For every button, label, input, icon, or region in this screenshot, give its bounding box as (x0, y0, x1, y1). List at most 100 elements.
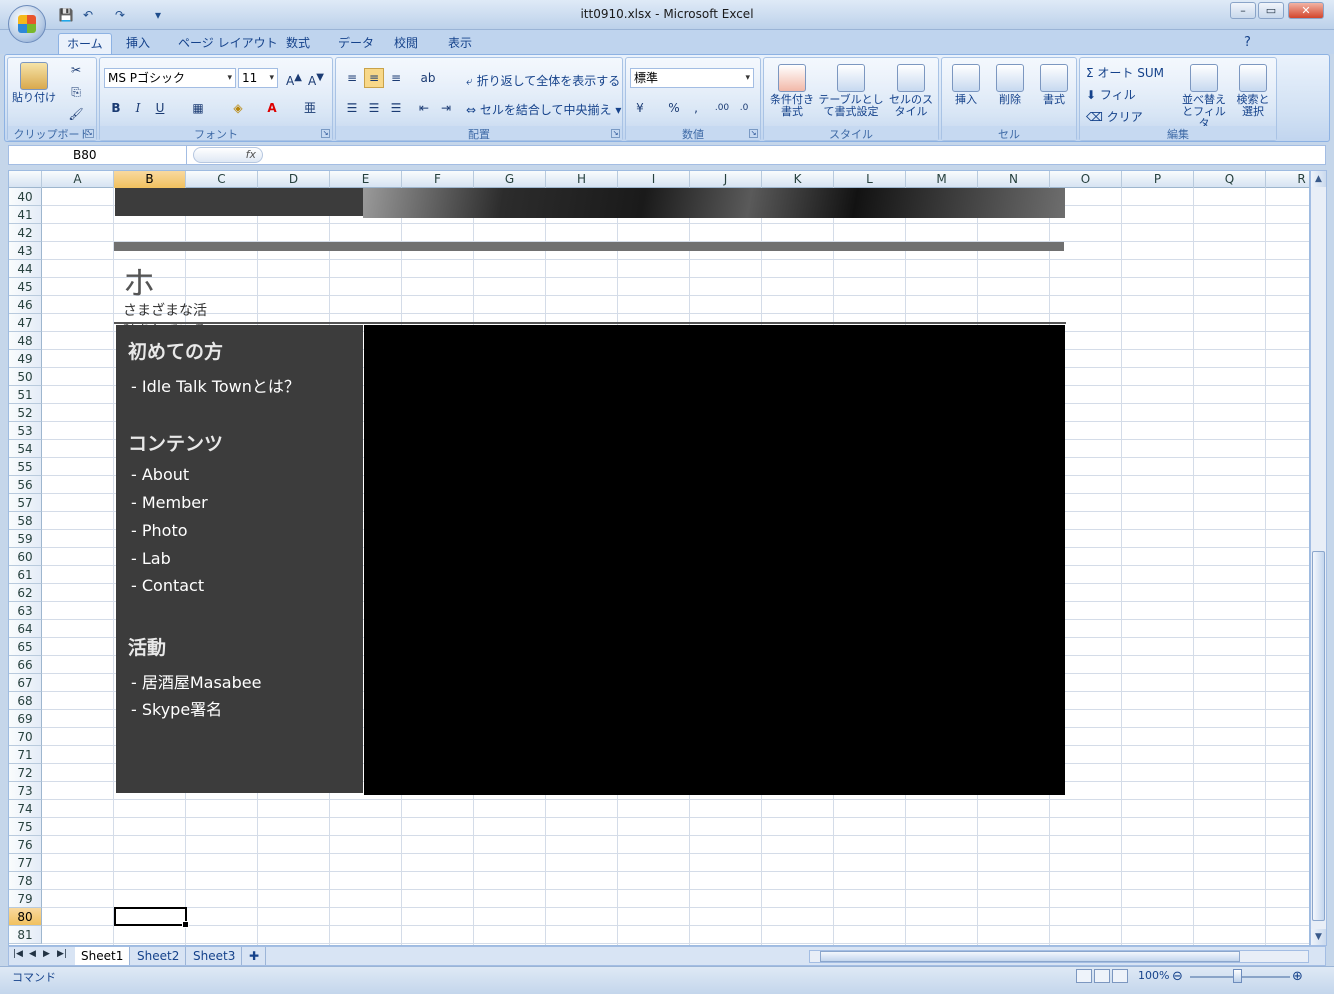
row-header-77[interactable]: 77 (9, 854, 42, 872)
italic-button[interactable]: I (128, 98, 148, 118)
row-header-51[interactable]: 51 (9, 386, 42, 404)
row-header-50[interactable]: 50 (9, 368, 42, 386)
row-header-66[interactable]: 66 (9, 656, 42, 674)
row-header-54[interactable]: 54 (9, 440, 42, 458)
tab-home[interactable]: ホーム (58, 33, 112, 54)
cell-area[interactable]: ホーム さまざまな活動をしているIdleTalkTownのトップページ 初めての… (42, 188, 1309, 945)
decrease-decimal-icon[interactable]: .0 (734, 98, 754, 118)
format-cells-button[interactable]: 書式 (1034, 64, 1074, 106)
column-header-r[interactable]: R (1266, 171, 1309, 188)
row-header-53[interactable]: 53 (9, 422, 42, 440)
sheet-tab-2[interactable]: Sheet2 (131, 947, 187, 965)
bold-button[interactable]: B (106, 98, 126, 118)
row-header-49[interactable]: 49 (9, 350, 42, 368)
active-cell-b80[interactable] (114, 907, 189, 928)
row-header-75[interactable]: 75 (9, 818, 42, 836)
row-header-47[interactable]: 47 (9, 314, 42, 332)
column-header-m[interactable]: M (906, 171, 978, 188)
row-header-63[interactable]: 63 (9, 602, 42, 620)
paste-button[interactable]: 貼り付け (12, 62, 56, 104)
next-sheet-icon[interactable]: ▶ (43, 949, 55, 959)
decrease-indent-icon[interactable]: ⇤ (414, 98, 434, 118)
tab-view[interactable]: 表示 (440, 33, 480, 54)
column-header-g[interactable]: G (474, 171, 546, 188)
row-header-80[interactable]: 80 (9, 908, 42, 926)
tab-review[interactable]: 校閲 (386, 33, 426, 54)
row-header-76[interactable]: 76 (9, 836, 42, 854)
row-header-69[interactable]: 69 (9, 710, 42, 728)
insert-cells-button[interactable]: 挿入 (946, 64, 986, 106)
tab-insert[interactable]: 挿入 (118, 33, 158, 54)
last-sheet-icon[interactable]: ▶| (57, 949, 69, 959)
orientation-icon[interactable]: ab (418, 68, 438, 88)
column-header-o[interactable]: O (1050, 171, 1122, 188)
shrink-font-icon[interactable]: A▼ (306, 68, 326, 88)
prev-sheet-icon[interactable]: ◀ (29, 949, 41, 959)
sheet-tab-3[interactable]: Sheet3 (187, 947, 243, 965)
scroll-up-icon[interactable]: ▲ (1311, 171, 1326, 187)
copy-icon[interactable]: ⎘ (66, 82, 86, 102)
column-header-b[interactable]: B (114, 171, 186, 188)
tab-page-layout[interactable]: ページ レイアウト (170, 33, 286, 54)
increase-indent-icon[interactable]: ⇥ (436, 98, 456, 118)
row-header-59[interactable]: 59 (9, 530, 42, 548)
row-header-62[interactable]: 62 (9, 584, 42, 602)
column-header-a[interactable]: A (42, 171, 114, 188)
row-header-72[interactable]: 72 (9, 764, 42, 782)
column-header-k[interactable]: K (762, 171, 834, 188)
row-header-73[interactable]: 73 (9, 782, 42, 800)
scroll-down-icon[interactable]: ▼ (1311, 929, 1326, 945)
formula-input[interactable] (269, 146, 1309, 164)
column-header-c[interactable]: C (186, 171, 258, 188)
row-header-45[interactable]: 45 (9, 278, 42, 296)
borders-icon[interactable]: ▦ (188, 98, 208, 118)
font-size-select[interactable]: 11 (238, 68, 278, 88)
row-header-46[interactable]: 46 (9, 296, 42, 314)
help-icon[interactable]: ? (1236, 33, 1259, 54)
name-box[interactable]: B80 (9, 146, 187, 164)
restore-button[interactable]: ▭ (1258, 2, 1284, 19)
page-layout-view-icon[interactable] (1094, 969, 1110, 983)
column-header-i[interactable]: I (618, 171, 690, 188)
align-left-icon[interactable]: ☰ (342, 98, 362, 118)
row-header-58[interactable]: 58 (9, 512, 42, 530)
row-header-64[interactable]: 64 (9, 620, 42, 638)
zoom-level[interactable]: 100% (1138, 969, 1169, 982)
office-button[interactable] (8, 5, 46, 43)
row-header-61[interactable]: 61 (9, 566, 42, 584)
align-middle-icon[interactable]: ≡ (364, 68, 384, 88)
align-right-icon[interactable]: ☰ (386, 98, 406, 118)
row-header-43[interactable]: 43 (9, 242, 42, 260)
row-header-81[interactable]: 81 (9, 926, 42, 944)
wrap-text-button[interactable]: ⤶ 折り返して全体を表示する (466, 72, 620, 89)
row-header-56[interactable]: 56 (9, 476, 42, 494)
row-header-68[interactable]: 68 (9, 692, 42, 710)
autosum-button[interactable]: Σ オート SUM (1086, 64, 1164, 81)
horizontal-scroll-thumb[interactable] (820, 951, 1240, 962)
column-header-d[interactable]: D (258, 171, 330, 188)
font-name-select[interactable]: MS Pゴシック (104, 68, 236, 88)
merge-center-button[interactable]: ⇔ セルを結合して中央揃え ▾ (466, 101, 621, 118)
row-header-74[interactable]: 74 (9, 800, 42, 818)
row-header-70[interactable]: 70 (9, 728, 42, 746)
row-header-52[interactable]: 52 (9, 404, 42, 422)
row-header-71[interactable]: 71 (9, 746, 42, 764)
format-painter-icon[interactable]: 🖌 (66, 104, 86, 124)
zoom-slider-knob[interactable] (1233, 969, 1242, 983)
insert-sheet-icon[interactable]: ✚ (243, 947, 267, 965)
tab-data[interactable]: データ (330, 33, 382, 54)
row-header-44[interactable]: 44 (9, 260, 42, 278)
row-header-41[interactable]: 41 (9, 206, 42, 224)
row-header-79[interactable]: 79 (9, 890, 42, 908)
cell-styles-button[interactable]: セルのスタイル (886, 64, 936, 118)
format-as-table-button[interactable]: テーブルとして書式設定 (818, 64, 884, 118)
worksheet[interactable]: ABCDEFGHIJKLMNOPQR 40 41 42 43 44 45 46 47 48 49 5… (8, 170, 1310, 946)
alignment-launcher-icon[interactable]: ↘ (611, 129, 620, 138)
first-sheet-icon[interactable]: |◀ (13, 949, 25, 959)
close-button[interactable]: ✕ (1288, 2, 1324, 19)
select-all-corner[interactable] (9, 171, 42, 188)
cut-icon[interactable]: ✂ (66, 60, 86, 80)
percent-button[interactable]: % (664, 98, 684, 118)
page-break-view-icon[interactable] (1112, 969, 1128, 983)
tab-formulas[interactable]: 数式 (278, 33, 318, 54)
